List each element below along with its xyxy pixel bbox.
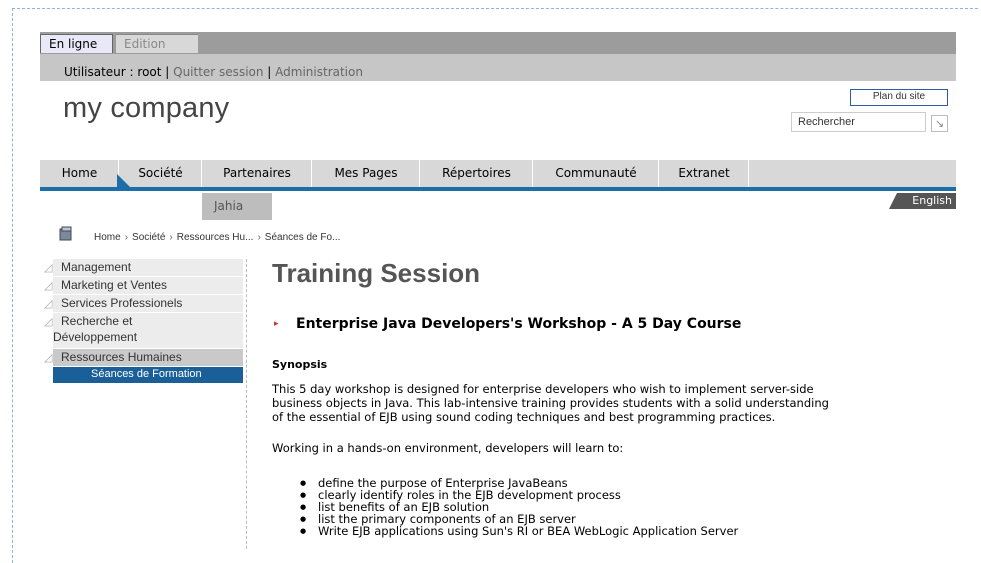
sidebar: ◿ Management ◿ Marketing et Ventes ◿ Servic… bbox=[44, 259, 243, 383]
chevron-right-icon: › bbox=[169, 232, 173, 243]
paragraph-line: This 5 day workshop is designed for ente… bbox=[272, 382, 814, 396]
intro-paragraph: Working in a hands-on environment, devel… bbox=[272, 441, 624, 455]
triangle-icon: ◿ bbox=[44, 352, 53, 364]
sidebar-subitem-seances[interactable]: Séances de Formation bbox=[53, 367, 243, 383]
nav-home[interactable]: Home bbox=[40, 160, 119, 187]
sidebar-item-label: Marketing et Ventes bbox=[61, 278, 168, 292]
nav-label: Mes Pages bbox=[334, 166, 398, 180]
sidebar-item-marketing[interactable]: ◿ Marketing et Ventes bbox=[44, 277, 243, 295]
red-arrow-icon: ▸ bbox=[274, 319, 279, 329]
nav-label: Partenaires bbox=[223, 166, 291, 180]
administration-link[interactable]: Administration bbox=[275, 65, 363, 79]
page-border-top bbox=[12, 8, 978, 9]
logout-link[interactable]: Quitter session bbox=[173, 65, 263, 79]
triangle-icon: ◿ bbox=[44, 280, 53, 292]
search-input[interactable] bbox=[791, 112, 926, 132]
sidebar-item-label: Services Professionels bbox=[61, 296, 183, 310]
paragraph-line: of the essential of EJB using sound codi… bbox=[272, 410, 776, 424]
tab-edition[interactable]: Edition bbox=[116, 34, 198, 53]
company-logo[interactable]: my company bbox=[63, 92, 229, 125]
language-switch[interactable]: English bbox=[897, 193, 956, 209]
learning-objectives-list: define the purpose of Enterprise JavaBea… bbox=[298, 477, 738, 537]
sidebar-item-recherche[interactable]: ◿ Recherche et Développement bbox=[44, 313, 243, 349]
user-label: Utilisateur : root bbox=[64, 65, 162, 79]
chevron-right-icon: › bbox=[257, 232, 261, 243]
nav-communaute[interactable]: Communauté bbox=[533, 160, 659, 187]
home-folder-icon bbox=[58, 226, 74, 246]
course-title: Enterprise Java Developers's Workshop - … bbox=[296, 316, 742, 332]
nav-label: Répertoires bbox=[442, 166, 511, 180]
nav-mes-pages[interactable]: Mes Pages bbox=[312, 160, 420, 187]
sidebar-divider bbox=[246, 259, 247, 549]
sitemap-button[interactable]: Plan du site bbox=[850, 89, 948, 106]
sidebar-item-label: Ressources Humaines bbox=[61, 350, 182, 364]
nav-underline bbox=[40, 187, 956, 191]
synopsis-paragraph: This 5 day workshop is designed for ente… bbox=[272, 382, 932, 424]
nav-partenaires[interactable]: Partenaires bbox=[202, 160, 312, 187]
breadcrumb: Home › Société › Ressources Hu... › Séances de… bbox=[94, 232, 340, 243]
nav-label: Extranet bbox=[678, 166, 730, 180]
synopsis-heading: Synopsis bbox=[272, 358, 328, 371]
breadcrumb-home[interactable]: Home bbox=[94, 232, 121, 243]
separator: | bbox=[263, 65, 276, 79]
page-title: Training Session bbox=[272, 258, 481, 288]
sidebar-item-label: Recherche et bbox=[61, 314, 133, 328]
breadcrumb-seances[interactable]: Séances de Fo... bbox=[265, 232, 341, 243]
sidebar-item-ressources[interactable]: ◿ Ressources Humaines bbox=[44, 349, 243, 367]
nav-repertoires[interactable]: Répertoires bbox=[420, 160, 533, 187]
tab-en-ligne[interactable]: En ligne bbox=[40, 34, 113, 53]
triangle-icon: ◿ bbox=[44, 298, 53, 310]
nav-extranet[interactable]: Extranet bbox=[659, 160, 749, 187]
triangle-icon: ◿ bbox=[44, 316, 53, 328]
sidebar-item-management[interactable]: ◿ Management bbox=[44, 259, 243, 277]
nav-label: Société bbox=[138, 166, 183, 180]
nav-active-notch bbox=[117, 174, 130, 187]
sidebar-item-services[interactable]: ◿ Services Professionels bbox=[44, 295, 243, 313]
sidebar-item-label: Management bbox=[61, 260, 132, 274]
nav-label: Home bbox=[61, 166, 98, 180]
sidebar-item-label: Développement bbox=[53, 330, 138, 344]
page-border-left bbox=[12, 8, 13, 563]
breadcrumb-societe[interactable]: Société bbox=[132, 232, 165, 243]
triangle-icon: ◿ bbox=[44, 262, 53, 274]
nav-societe[interactable]: Société bbox=[119, 160, 202, 187]
user-bar: Utilisateur : root | Quitter session | A… bbox=[40, 54, 956, 81]
list-item: Write EJB applications using Sun's RI or… bbox=[298, 525, 738, 537]
nav-label: Communauté bbox=[555, 166, 637, 180]
separator: | bbox=[161, 65, 174, 79]
search-arrow-icon[interactable]: ↘ bbox=[931, 115, 948, 132]
paragraph-line: business objects in Java. This lab-inten… bbox=[272, 396, 829, 410]
chevron-right-icon: › bbox=[124, 232, 129, 243]
breadcrumb-ressources[interactable]: Ressources Hu... bbox=[177, 232, 254, 243]
subnav-jahia[interactable]: Jahia bbox=[202, 193, 272, 220]
lang-notch bbox=[889, 193, 897, 209]
